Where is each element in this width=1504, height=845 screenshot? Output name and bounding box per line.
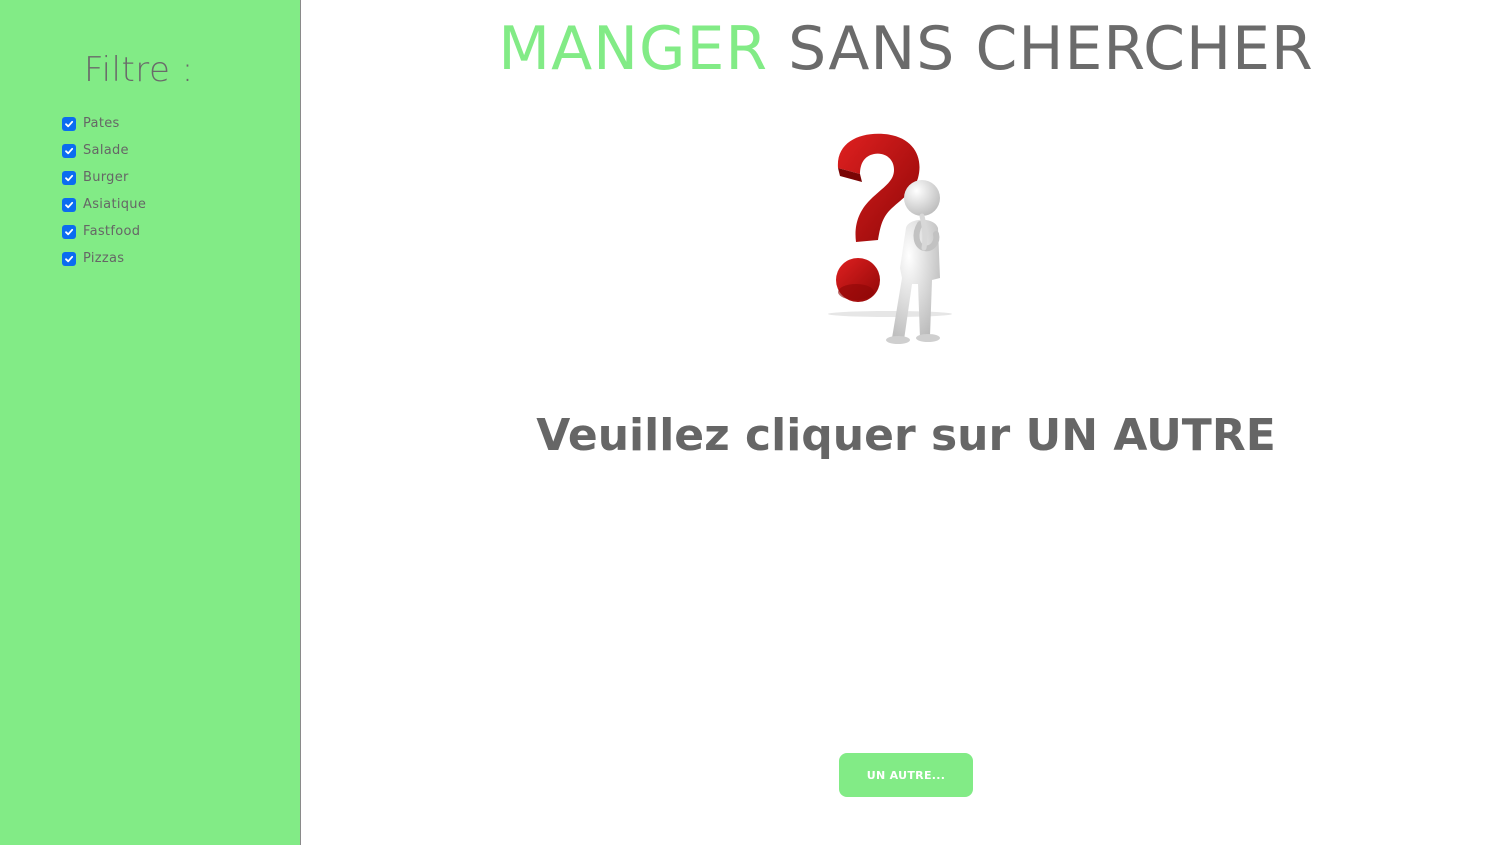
- checkbox-checked-icon[interactable]: [62, 224, 76, 239]
- checkbox-checked-icon[interactable]: [62, 197, 76, 212]
- filter-item-pizzas[interactable]: Pizzas: [62, 245, 146, 272]
- checkbox-checked-icon[interactable]: [62, 170, 76, 185]
- filter-label: Salade: [83, 143, 129, 158]
- checkbox-checked-icon[interactable]: [62, 251, 76, 266]
- site-title-rest: SANS CHERCHER: [768, 14, 1314, 84]
- site-title-accent: MANGER: [498, 14, 769, 84]
- checkbox-checked-icon[interactable]: [62, 143, 76, 158]
- main-content: MANGER SANS CHERCHER Veuillez cliquer su…: [302, 0, 1504, 845]
- filter-item-fastfood[interactable]: Fastfood: [62, 218, 146, 245]
- filter-label: Asiatique: [83, 197, 147, 212]
- filter-item-asiatique[interactable]: Asiatique: [62, 191, 146, 218]
- filter-label: Fastfood: [83, 224, 141, 239]
- filter-list: Pates Salade Burger Asiatique Fastfood P…: [62, 110, 146, 272]
- filter-label: Pates: [83, 116, 120, 131]
- instruction-message: Veuillez cliquer sur UN AUTRE: [536, 410, 1276, 461]
- filter-label: Pizzas: [83, 251, 125, 266]
- page: Filtre : Pates Salade Burger Asiatique F…: [0, 0, 1504, 845]
- filter-item-pates[interactable]: Pates: [62, 110, 146, 137]
- site-title: MANGER SANS CHERCHER: [302, 14, 1504, 84]
- thinking-figure-question-mark-icon: [820, 128, 966, 350]
- filter-item-salade[interactable]: Salade: [62, 137, 146, 164]
- filter-label: Burger: [83, 170, 129, 185]
- filter-sidebar: Filtre : Pates Salade Burger Asiatique F…: [0, 0, 301, 845]
- checkbox-checked-icon[interactable]: [62, 116, 76, 131]
- filter-item-burger[interactable]: Burger: [62, 164, 146, 191]
- filter-title: Filtre :: [84, 50, 194, 90]
- another-button[interactable]: UN AUTRE...: [839, 753, 973, 797]
